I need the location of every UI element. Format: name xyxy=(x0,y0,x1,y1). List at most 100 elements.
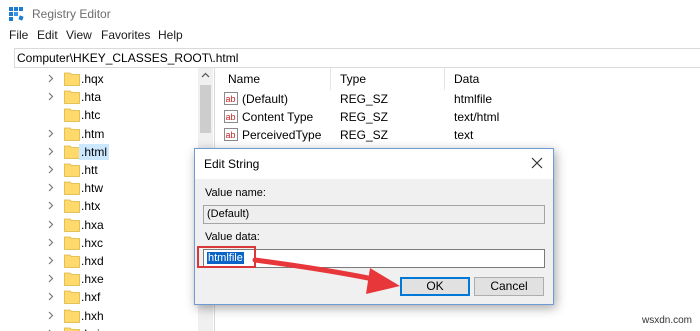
scroll-up-icon[interactable] xyxy=(198,68,213,83)
value-name-cell: (Default) xyxy=(242,92,289,106)
value-data-cell: text xyxy=(454,128,474,142)
tree-item[interactable]: .html xyxy=(14,143,198,161)
column-type-header[interactable]: Type xyxy=(340,72,366,86)
chevron-right-icon[interactable] xyxy=(46,180,56,194)
folder-icon xyxy=(64,127,80,141)
chevron-right-icon[interactable] xyxy=(46,144,56,158)
key-tree: .hqx .hta .htc .htm .html .htt .htw .htx .hxa .hx… xyxy=(14,68,215,331)
menu-help[interactable]: Help xyxy=(158,28,183,42)
tree-item-label: .hxi xyxy=(79,326,102,331)
tree-item-label: .htm xyxy=(81,126,105,141)
folder-icon xyxy=(64,145,80,159)
tree-item[interactable]: .htt xyxy=(14,161,198,179)
address-path: Computer\HKEY_CLASSES_ROOT\.html xyxy=(17,51,239,65)
close-icon[interactable] xyxy=(531,157,543,169)
chevron-right-icon[interactable] xyxy=(46,253,56,267)
chevron-right-icon[interactable] xyxy=(46,71,56,85)
string-value-icon: ab xyxy=(224,110,238,123)
tree-item[interactable]: .htx xyxy=(14,197,198,215)
string-value-icon: ab xyxy=(224,92,238,105)
tree-item-label: .hxh xyxy=(81,308,104,323)
chevron-right-icon[interactable] xyxy=(46,289,56,303)
column-name-header[interactable]: Name xyxy=(228,72,260,86)
value-row[interactable]: ab Content Type REG_SZ text/html xyxy=(218,109,700,127)
folder-icon xyxy=(64,272,80,287)
folder-icon xyxy=(64,72,80,86)
value-data-cell: htmlfile xyxy=(454,92,493,106)
value-name-text: (Default) xyxy=(207,208,250,220)
title-bar: Registry Editor xyxy=(0,0,700,26)
address-bar[interactable]: Computer\HKEY_CLASSES_ROOT\.html xyxy=(14,48,700,68)
value-name-field: (Default) xyxy=(203,205,545,224)
tree-item[interactable]: .hxa xyxy=(14,216,198,234)
tree-item-label: .hxe xyxy=(81,272,104,287)
tree-item[interactable]: .hqx xyxy=(14,70,198,88)
tree-item-label: .hxa xyxy=(81,217,104,232)
column-divider[interactable] xyxy=(444,68,445,90)
cancel-button[interactable]: Cancel xyxy=(474,277,544,296)
tree-item[interactable]: .htm xyxy=(14,125,198,143)
menu-favorites[interactable]: Favorites xyxy=(101,28,150,42)
tree-item-label: .html xyxy=(79,143,110,160)
tree-item[interactable]: .hxh xyxy=(14,307,198,325)
value-row[interactable]: ab PerceivedType REG_SZ text xyxy=(218,127,700,145)
watermark: wsxdn.com xyxy=(641,315,692,326)
column-divider[interactable] xyxy=(330,68,331,90)
menu-edit[interactable]: Edit xyxy=(37,28,58,42)
annotation-highlight-box xyxy=(197,246,256,268)
registry-editor-icon xyxy=(9,7,24,21)
value-data-cell: text/html xyxy=(454,110,500,124)
folder-icon xyxy=(64,309,80,323)
dialog-title-bar: Edit String xyxy=(195,149,553,179)
chevron-right-icon[interactable] xyxy=(46,162,56,176)
tree-item[interactable]: .htw xyxy=(14,179,198,197)
tree-item[interactable]: .hxi xyxy=(14,325,198,331)
tree-item-label: .htx xyxy=(81,199,101,214)
tree-item[interactable]: .hta xyxy=(14,88,198,106)
value-name-cell: Content Type xyxy=(242,110,314,124)
chevron-right-icon[interactable] xyxy=(46,198,56,212)
folder-icon xyxy=(64,108,80,123)
value-row[interactable]: ab (Default) REG_SZ htmlfile xyxy=(218,91,700,109)
folder-icon xyxy=(64,254,80,268)
chevron-right-icon[interactable] xyxy=(46,326,56,331)
folder-icon xyxy=(64,290,80,305)
value-name-label: Value name: xyxy=(205,187,266,199)
menu-file[interactable]: File xyxy=(9,28,28,42)
tree-item-label: .hqx xyxy=(81,72,104,86)
column-data-header[interactable]: Data xyxy=(454,72,479,86)
annotation-arrow-icon xyxy=(252,257,400,294)
chevron-right-icon[interactable] xyxy=(46,126,56,140)
scroll-thumb[interactable] xyxy=(200,85,211,133)
tree-item[interactable]: .htc xyxy=(14,106,198,124)
value-type-cell: REG_SZ xyxy=(340,128,389,142)
value-data-label: Value data: xyxy=(205,231,260,243)
tree-item-label: .hta xyxy=(81,90,102,105)
tree-item[interactable]: .hxd xyxy=(14,252,198,270)
chevron-right-icon[interactable] xyxy=(46,308,56,322)
folder-icon xyxy=(64,199,80,214)
chevron-right-icon[interactable] xyxy=(46,89,56,103)
value-type-cell: REG_SZ xyxy=(340,92,389,106)
chevron-right-icon[interactable] xyxy=(46,235,56,249)
tree-item-label: .hxc xyxy=(81,235,104,250)
folder-icon xyxy=(64,218,80,232)
folder-icon xyxy=(64,163,80,177)
svg-text:ab: ab xyxy=(226,130,236,140)
tree-item-label: .hxd xyxy=(81,254,104,268)
tree-item-label: .hxf xyxy=(81,290,101,305)
chevron-right-icon[interactable] xyxy=(46,217,56,231)
tree-item-label: .htw xyxy=(81,181,104,196)
folder-icon xyxy=(64,90,80,105)
tree-item-label: .htc xyxy=(81,108,101,123)
menu-bar: File Edit View Favorites Help xyxy=(0,26,700,46)
menu-view[interactable]: View xyxy=(66,28,92,42)
dialog-title: Edit String xyxy=(204,157,260,171)
chevron-right-icon[interactable] xyxy=(46,271,56,285)
tree-item[interactable]: .hxf xyxy=(14,288,198,306)
string-value-icon: ab xyxy=(224,128,238,141)
tree-item[interactable]: .hxc xyxy=(14,234,198,252)
svg-text:ab: ab xyxy=(226,94,236,104)
folder-icon xyxy=(64,181,80,196)
tree-item[interactable]: .hxe xyxy=(14,270,198,288)
